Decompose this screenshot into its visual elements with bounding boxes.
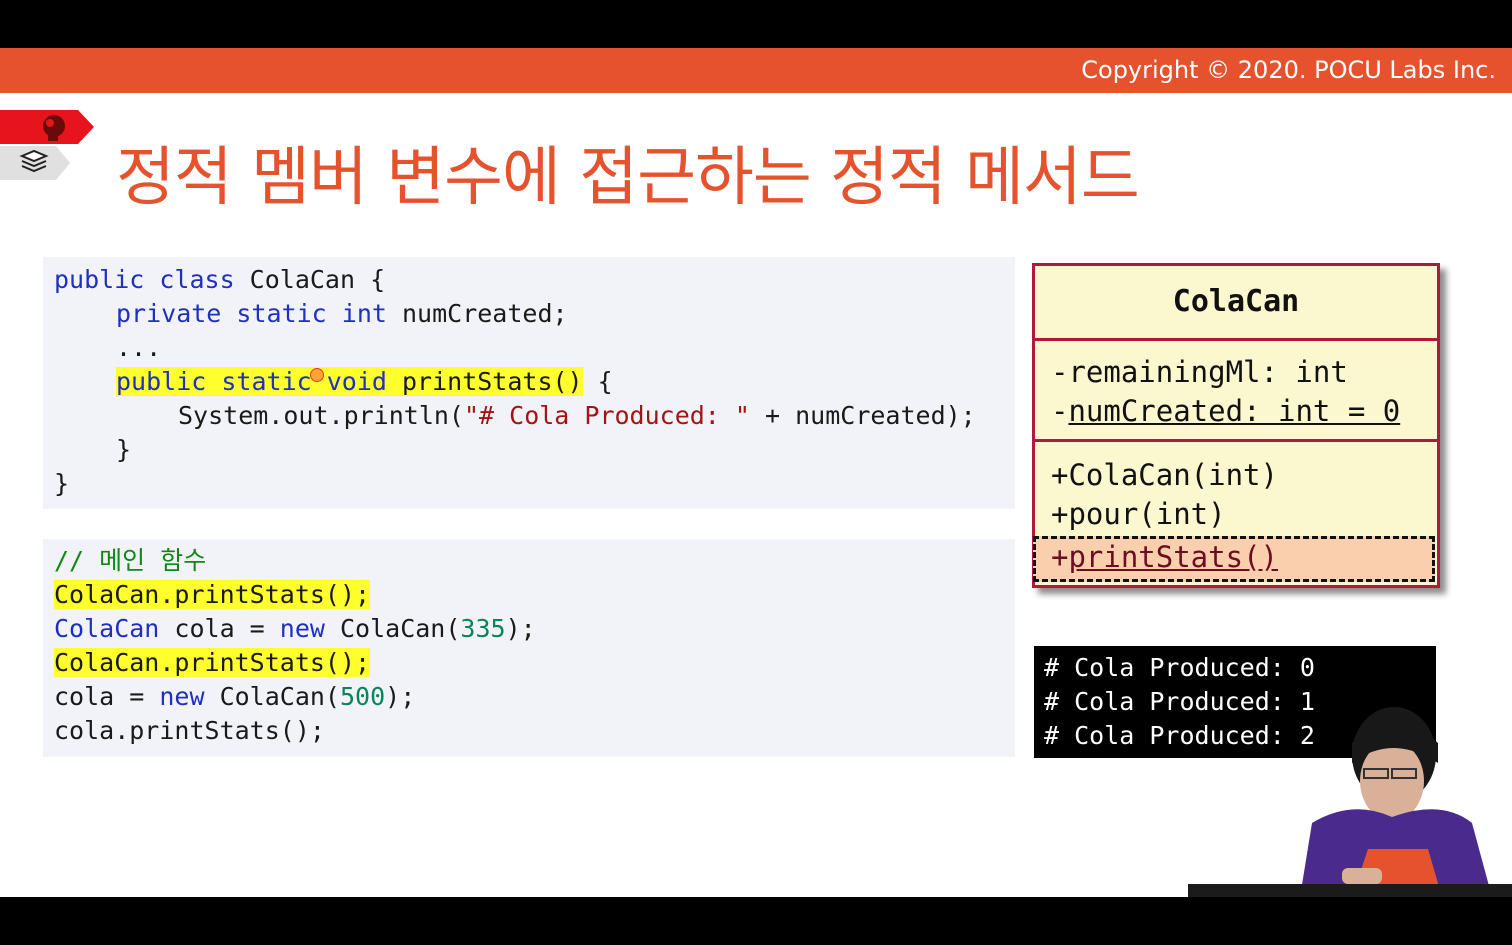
uml-attribute: -remainingMl: int	[1051, 355, 1348, 389]
uml-method-static: +printStats()	[1051, 540, 1278, 574]
uml-class-diagram: ColaCan -remainingMl: int -numCreated: i…	[1032, 263, 1440, 588]
uml-class-name: ColaCan	[1172, 284, 1300, 319]
uml-method: +pour(int)	[1051, 497, 1226, 531]
code-line: private static int numCreated;	[116, 299, 568, 328]
class-code-block: public class ColaCan { private static in…	[43, 257, 1015, 509]
slide: Copyright © 2020. POCU Labs Inc. 정적 멤버 변…	[0, 48, 1512, 897]
slide-title: 정적 멤버 변수에 접근하는 정적 메서드	[116, 141, 1140, 215]
code-line: System.out.println("# Cola Produced: " +…	[178, 401, 976, 430]
console-line: # Cola Produced: 1	[1044, 687, 1315, 716]
presenter-webcam-image	[1300, 707, 1492, 897]
code-line: ColaCan cola = new ColaCan(335);	[54, 614, 536, 643]
code-line: }	[116, 435, 132, 464]
copyright-text: Copyright © 2020. POCU Labs Inc.	[1081, 56, 1496, 84]
uml-divider	[1035, 338, 1437, 341]
console-line: # Cola Produced: 2	[1044, 721, 1315, 750]
code-line-highlighted: public static void printStats() {	[116, 367, 613, 396]
header-bar: Copyright © 2020. POCU Labs Inc.	[0, 48, 1512, 93]
code-comment: // 메인 함수	[54, 546, 207, 575]
console-line: # Cola Produced: 0	[1044, 653, 1315, 682]
code-line-highlighted: ColaCan.printStats();	[54, 580, 371, 609]
code-line: public class ColaCan {	[54, 265, 386, 294]
desk-edge	[1188, 884, 1512, 897]
uml-method: +ColaCan(int)	[1051, 458, 1278, 492]
uml-divider	[1035, 439, 1437, 442]
code-line: cola = new ColaCan(500);	[54, 682, 416, 711]
code-line: }	[54, 469, 70, 498]
layers-logo-icon	[0, 146, 70, 180]
code-line: ...	[116, 333, 162, 362]
pointer-cursor	[310, 368, 324, 382]
brain-logo-icon	[0, 110, 94, 144]
code-line: cola.printStats();	[54, 716, 325, 745]
uml-attribute-static: -numCreated: int = 0	[1051, 394, 1401, 428]
main-code-block: // 메인 함수 ColaCan.printStats(); ColaCan c…	[43, 539, 1015, 757]
code-line-highlighted: ColaCan.printStats();	[54, 648, 371, 677]
